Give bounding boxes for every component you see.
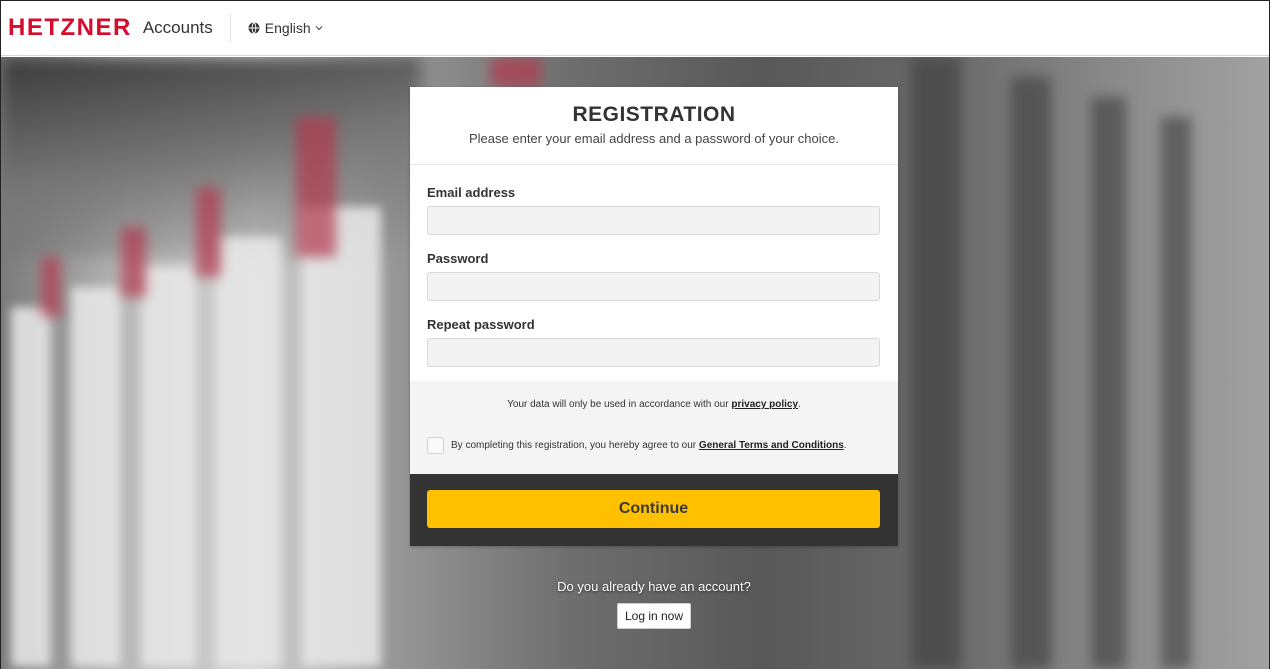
- language-selector[interactable]: English: [248, 20, 323, 36]
- terms-suffix: .: [843, 440, 847, 451]
- bg-rack: [301, 207, 381, 667]
- continue-button[interactable]: Continue: [427, 490, 880, 528]
- email-label: Email address: [427, 185, 516, 200]
- terms-link[interactable]: General Terms and Conditions: [699, 440, 844, 451]
- login-question: Do you already have an account?: [557, 579, 751, 594]
- consent-section: Your data will only be used in accordanc…: [410, 381, 898, 474]
- terms-checkbox[interactable]: [427, 437, 444, 454]
- bg-red-light: [296, 117, 336, 257]
- bg-rack: [141, 267, 196, 667]
- bg-dark-column: [1011, 77, 1051, 669]
- password-field-group: Password: [427, 251, 881, 301]
- bg-red-light: [491, 57, 541, 87]
- bg-red-light: [196, 187, 221, 277]
- login-prompt: Do you already have an account? Log in n…: [410, 579, 898, 629]
- repeat-password-field-group: Repeat password: [427, 317, 881, 367]
- bg-dark-column: [1091, 97, 1126, 669]
- page-subtitle: Please enter your email address and a pa…: [469, 131, 839, 146]
- privacy-notice: Your data will only be used in accordanc…: [427, 399, 881, 410]
- chevron-down-icon: [315, 26, 323, 31]
- terms-row: By completing this registration, you her…: [427, 437, 881, 454]
- bg-dark-column: [1161, 117, 1191, 669]
- bg-rack: [11, 307, 51, 667]
- language-label: English: [264, 20, 311, 36]
- registration-card: REGISTRATION Please enter your email add…: [410, 87, 898, 546]
- hetzner-logo[interactable]: HETZNER: [8, 16, 132, 40]
- bg-red-light: [121, 227, 146, 297]
- globe-icon: [248, 22, 260, 34]
- email-input[interactable]: [427, 206, 880, 235]
- bg-rack: [71, 287, 121, 667]
- terms-text: By completing this registration, you her…: [451, 440, 699, 451]
- email-field-group: Email address: [427, 185, 881, 235]
- registration-form: Email address Password Repeat password: [410, 165, 898, 381]
- privacy-suffix: .: [798, 399, 801, 410]
- repeat-password-label: Repeat password: [427, 317, 535, 332]
- action-bar: Continue: [410, 474, 898, 546]
- repeat-password-input[interactable]: [427, 338, 880, 367]
- bg-rack: [216, 237, 281, 667]
- bg-dark-column: [911, 57, 961, 669]
- card-header: REGISTRATION Please enter your email add…: [410, 87, 898, 165]
- password-input[interactable]: [427, 272, 880, 301]
- terms-text-wrap: By completing this registration, you her…: [451, 440, 847, 451]
- privacy-policy-link[interactable]: privacy policy: [731, 399, 798, 410]
- top-header: HETZNER Accounts English: [1, 1, 1269, 56]
- login-button[interactable]: Log in now: [616, 603, 692, 629]
- header-divider: [229, 14, 231, 42]
- bg-red-light: [41, 257, 61, 317]
- product-name: Accounts: [142, 18, 213, 37]
- privacy-text: Your data will only be used in accordanc…: [507, 399, 732, 410]
- page-title: REGISTRATION: [572, 103, 736, 126]
- password-label: Password: [427, 251, 489, 266]
